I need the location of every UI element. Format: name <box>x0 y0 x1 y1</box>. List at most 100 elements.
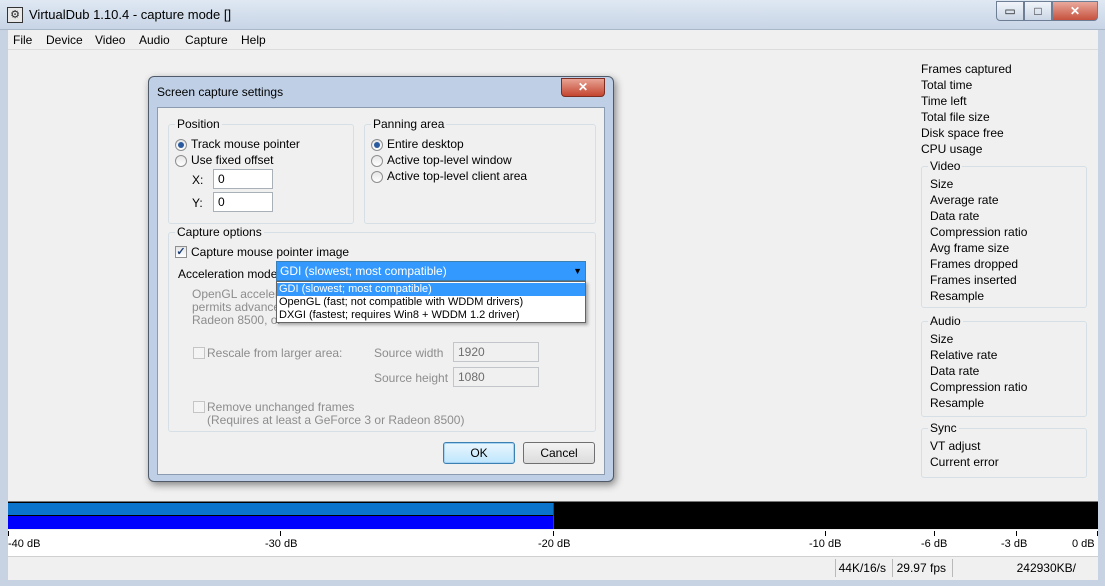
remove-unchanged-note: (Requires at least a GeForce 3 or Radeon… <box>207 413 465 427</box>
sync-stat: Current error <box>930 455 999 469</box>
db-tick-mark <box>280 531 281 536</box>
db-tick-mark <box>1016 531 1017 536</box>
y-offset-field[interactable] <box>213 192 273 212</box>
menu-device[interactable]: Device <box>46 33 83 47</box>
db-tick-label: 0 dB <box>1072 538 1095 550</box>
db-tick-mark <box>934 531 935 536</box>
menu-video[interactable]: Video <box>95 33 125 47</box>
status-bar: 44K/16/s 29.97 fps 242930KB/ <box>8 556 1098 578</box>
y-label: Y: <box>192 196 203 210</box>
db-tick-label: -3 dB <box>1001 538 1028 550</box>
window-title: VirtualDub 1.10.4 - capture mode [] <box>29 7 232 22</box>
video-stat: Resample <box>930 289 985 303</box>
track-pointer-radio[interactable] <box>175 139 187 151</box>
remove-unchanged-label[interactable]: Remove unchanged frames <box>207 400 354 414</box>
x-label: X: <box>192 173 204 187</box>
x-offset-field[interactable] <box>213 169 273 189</box>
track-pointer-label[interactable]: Track mouse pointer <box>191 137 300 151</box>
video-stat: Avg frame size <box>930 241 1010 255</box>
stat-frames-captured: Frames captured <box>921 62 1012 76</box>
db-tick-mark <box>553 531 554 536</box>
ok-button[interactable]: OK <box>443 442 515 464</box>
rescale-checkbox[interactable] <box>193 347 205 359</box>
cancel-button[interactable]: Cancel <box>523 442 595 464</box>
video-stat: Data rate <box>930 209 980 223</box>
audio-stat: Compression ratio <box>930 380 1028 394</box>
menu-file[interactable]: File <box>13 33 32 47</box>
capture-pointer-label[interactable]: Capture mouse pointer image <box>191 245 349 259</box>
acceleration-note-line: Radeon 8500, or <box>192 313 282 327</box>
left-frame <box>0 30 8 586</box>
audio-stat: Data rate <box>930 364 980 378</box>
source-height-label: Source height <box>374 371 449 385</box>
video-stat: Compression ratio <box>930 225 1028 239</box>
close-button[interactable]: ✕ <box>1052 1 1098 21</box>
db-tick-mark <box>8 531 9 536</box>
sync-stat: VT adjust <box>930 439 981 453</box>
fixed-offset-radio[interactable] <box>175 155 187 167</box>
source-height-field[interactable] <box>453 367 539 387</box>
db-tick-label: -6 dB <box>921 538 948 550</box>
acceleration-option-gdi[interactable]: GDI (slowest; most compatible) <box>277 283 585 296</box>
video-stats-group: Video Size Average rate Data rate Compre… <box>921 159 1087 308</box>
source-width-label: Source width <box>374 346 444 360</box>
active-window-radio[interactable] <box>371 155 383 167</box>
acceleration-mode-value: GDI (slowest; most compatible) <box>280 264 447 278</box>
status-fps: 29.97 fps <box>892 559 950 577</box>
acceleration-option-dxgi[interactable]: DXGI (fastest; requires Win8 + WDDM 1.2 … <box>277 309 585 322</box>
filmstrip-gear-icon[interactable]: ⚙ <box>7 7 23 23</box>
stat-cpu-usage: CPU usage <box>921 142 983 156</box>
entire-desktop-radio[interactable] <box>371 139 383 151</box>
entire-desktop-label[interactable]: Entire desktop <box>387 137 464 151</box>
db-tick-label: -10 dB <box>809 538 842 550</box>
capture-options-title: Capture options <box>175 225 264 239</box>
video-stat: Size <box>930 177 954 191</box>
minimize-button[interactable]: ▭ <box>996 1 1024 21</box>
acceleration-option-opengl[interactable]: OpenGL (fast; not compatible with WDDM d… <box>277 296 585 309</box>
dialog-title: Screen capture settings <box>157 85 284 99</box>
db-tick-mark <box>825 531 826 536</box>
position-group-title: Position <box>175 117 222 131</box>
video-stat: Frames dropped <box>930 257 1019 271</box>
acceleration-note-line: permits advanced <box>192 300 287 314</box>
status-disk: 242930KB/ <box>952 559 1080 577</box>
menu-audio[interactable]: Audio <box>139 33 170 47</box>
video-stat: Average rate <box>930 193 999 207</box>
video-stats-title: Video <box>928 159 963 173</box>
audio-stat: Relative rate <box>930 348 998 362</box>
title-bar[interactable]: ⚙ VirtualDub 1.10.4 - capture mode [] ▭ … <box>0 0 1105 30</box>
audio-peak-marker <box>553 503 554 529</box>
panning-area-title: Panning area <box>371 117 447 131</box>
chevron-down-icon[interactable]: ▼ <box>573 262 582 280</box>
audio-level-meter <box>8 501 1098 529</box>
menu-capture[interactable]: Capture <box>185 33 228 47</box>
acceleration-note-line: OpenGL accelerat <box>192 287 289 301</box>
db-tick-label: -20 dB <box>538 538 571 550</box>
active-window-label[interactable]: Active top-level window <box>387 153 512 167</box>
panning-area-group: Panning area Entire desktop Active top-l… <box>364 117 596 224</box>
audio-stats-title: Audio <box>928 314 963 328</box>
stat-time-left: Time left <box>921 94 967 108</box>
maximize-button[interactable]: □ <box>1024 1 1052 21</box>
active-client-area-label[interactable]: Active top-level client area <box>387 169 527 183</box>
dialog-close-button[interactable]: ✕ <box>561 78 605 97</box>
db-scale: -40 dB -30 dB -20 dB -10 dB -6 dB -3 dB … <box>8 530 1098 556</box>
acceleration-mode-label: Acceleration mode <box>178 267 278 281</box>
audio-stat: Resample <box>930 396 985 410</box>
remove-unchanged-checkbox[interactable] <box>193 401 205 413</box>
active-client-area-radio[interactable] <box>371 171 383 183</box>
fixed-offset-label[interactable]: Use fixed offset <box>191 153 274 167</box>
menu-help[interactable]: Help <box>241 33 266 47</box>
position-group: Position Track mouse pointer Use fixed o… <box>168 117 354 224</box>
db-tick-label: -30 dB <box>265 538 298 550</box>
capture-pointer-checkbox[interactable]: ✓ <box>175 246 187 258</box>
audio-level-bar-right <box>8 516 553 529</box>
audio-level-bar-left <box>8 503 553 515</box>
rescale-label[interactable]: Rescale from larger area: <box>207 346 342 360</box>
menu-bar: File Device Video Audio Capture Help <box>8 30 1098 50</box>
acceleration-mode-select[interactable]: GDI (slowest; most compatible) ▼ <box>276 261 586 281</box>
source-width-field[interactable] <box>453 342 539 362</box>
status-audio-format: 44K/16/s <box>835 559 890 577</box>
audio-stats-group: Audio Size Relative rate Data rate Compr… <box>921 314 1087 417</box>
acceleration-mode-dropdown: GDI (slowest; most compatible) OpenGL (f… <box>276 281 586 323</box>
